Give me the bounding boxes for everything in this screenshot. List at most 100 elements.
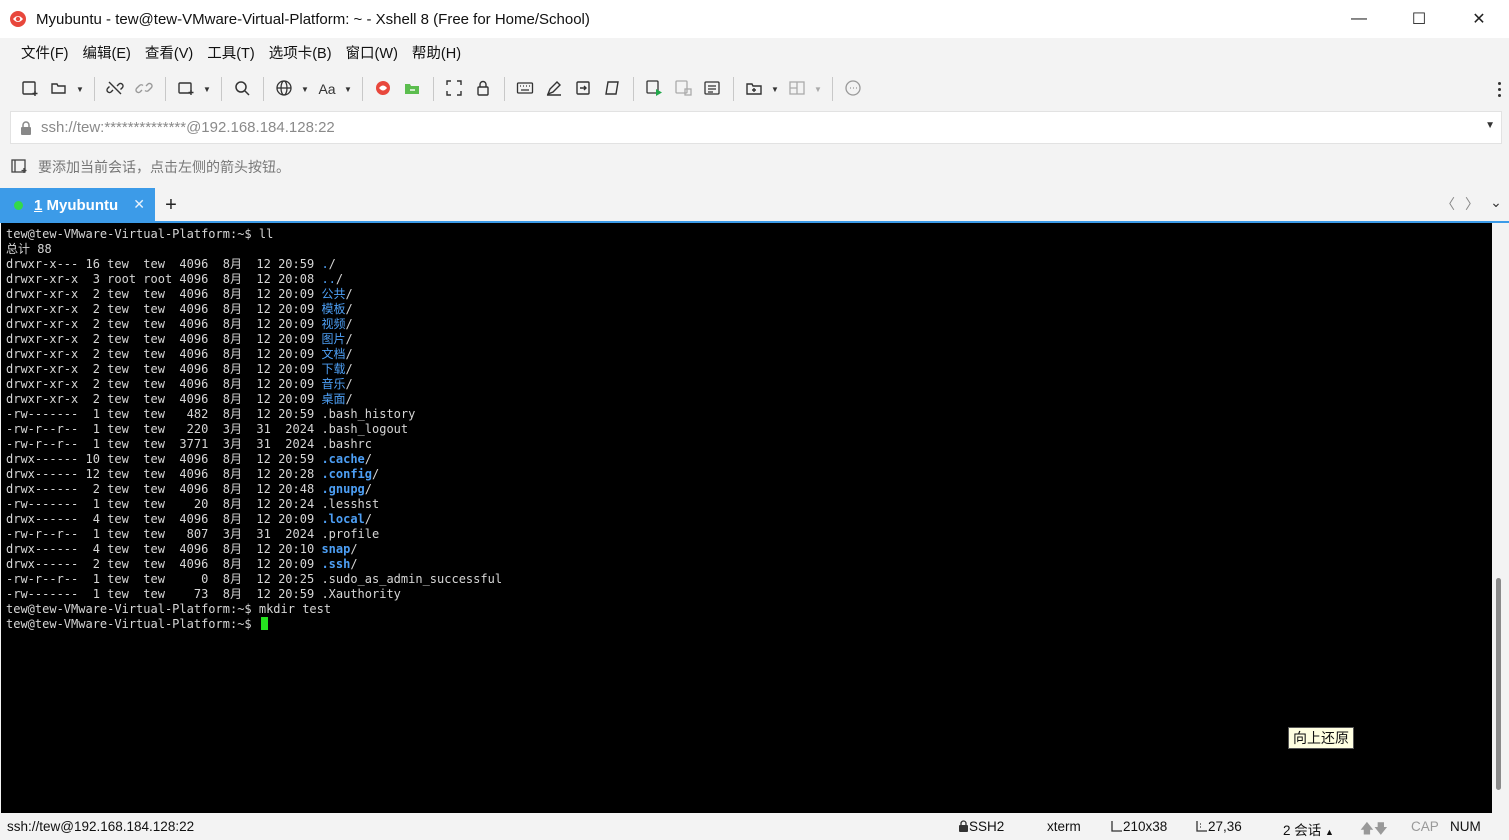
status-num: NUM: [1450, 819, 1481, 834]
disconnect-button[interactable]: [101, 75, 129, 103]
tab-myubuntu[interactable]: 1 Myubuntu ✕: [0, 188, 155, 222]
terminal-line: -rw-r--r-- 1 tew tew 220 3月 31 2024 .bas…: [6, 422, 409, 436]
xshell-icon: [8, 9, 28, 29]
find-button[interactable]: [228, 75, 256, 103]
keyboard-button[interactable]: [511, 75, 539, 103]
scroll-arrows[interactable]: 🡅🡇: [1360, 819, 1388, 840]
font-button[interactable]: Aa: [313, 75, 341, 103]
address-bar[interactable]: ssh://tew:**************@192.168.184.128…: [10, 111, 1502, 144]
toolbar: ▼ ▼ ▼ Aa ▼ ▼ ▼: [0, 72, 1509, 106]
chevron-down-icon[interactable]: ⌄: [1489, 194, 1503, 214]
xshell-logo-icon: [374, 79, 392, 100]
scroll-thumb[interactable]: [1496, 578, 1501, 790]
menu-window[interactable]: 窗口(W): [339, 40, 405, 68]
add-tab-button[interactable]: [740, 75, 768, 103]
restore-button[interactable]: ☐: [1389, 0, 1449, 38]
link-icon: [135, 79, 153, 100]
chevron-down-icon[interactable]: ▼: [1485, 120, 1495, 131]
font-dropdown[interactable]: ▼: [342, 75, 354, 103]
directory-name: 文档: [321, 347, 346, 361]
menu-file[interactable]: 文件(F): [14, 40, 76, 68]
add-tab-icon[interactable]: +: [160, 192, 182, 218]
directory-name: .: [321, 257, 329, 271]
terminal-line: drwxr-x--- 16 tew tew 4096 8月 12 20:59 .…: [6, 257, 336, 271]
toolbar-divider: [504, 77, 505, 101]
search-icon: [233, 79, 251, 100]
minimize-button[interactable]: —: [1329, 0, 1389, 38]
more-options-icon[interactable]: [1495, 76, 1503, 102]
terminal-line: -rw------- 1 tew tew 20 8月 12 20:24 .les…: [6, 497, 380, 511]
terminal-line: -rw-r--r-- 1 tew tew 807 3月 31 2024 .pro…: [6, 527, 380, 541]
terminal-line: drwx------ 12 tew tew 4096 8月 12 20:28 .…: [6, 467, 380, 481]
transfer-button[interactable]: [398, 75, 426, 103]
close-icon: ✕: [1472, 11, 1486, 28]
stop-script-button[interactable]: [669, 75, 697, 103]
compose-button[interactable]: [540, 75, 568, 103]
terminal[interactable]: tew@tew-VMware-Virtual-Platform:~$ ll 总计 …: [1, 223, 1492, 813]
new-session-icon: [21, 79, 39, 100]
menu-edit[interactable]: 编辑(E): [76, 40, 138, 68]
layout-icon: [788, 79, 806, 100]
chevron-left-icon[interactable]: 〈: [1441, 194, 1455, 214]
new-session-button[interactable]: [16, 75, 44, 103]
xftp-button[interactable]: [369, 75, 397, 103]
chat-button[interactable]: [839, 75, 867, 103]
chevron-up-icon: ▲: [1325, 827, 1334, 837]
layout-dropdown[interactable]: ▼: [812, 75, 824, 103]
file-name: .bashrc: [321, 437, 373, 451]
toolbar-divider: [362, 77, 363, 101]
address-input[interactable]: ssh://tew:**************@192.168.184.128…: [41, 119, 335, 136]
terminal-line: tew@tew-VMware-Virtual-Platform:~$: [6, 617, 502, 632]
terminal-line: drwxr-xr-x 2 tew tew 4096 8月 12 20:09 下载…: [6, 362, 353, 376]
lock-icon: [11, 120, 41, 135]
terminal-line: drwxr-xr-x 2 tew tew 4096 8月 12 20:09 文档…: [6, 347, 353, 361]
resize-icon: [1111, 821, 1122, 832]
terminal-line: drwx------ 2 tew tew 4096 8月 12 20:09 .s…: [6, 557, 358, 571]
open-session-dropdown[interactable]: ▼: [74, 75, 86, 103]
fullscreen-button[interactable]: [440, 75, 468, 103]
terminal-cursor: [260, 617, 268, 630]
folder-open-icon: [50, 79, 68, 100]
chevron-right-icon[interactable]: 〉: [1465, 194, 1479, 214]
script-icon: [603, 79, 621, 100]
encoding-dropdown[interactable]: ▼: [299, 75, 311, 103]
window-icon: [177, 79, 195, 100]
record-script-button[interactable]: [640, 75, 668, 103]
toolbar-divider: [263, 77, 264, 101]
close-button[interactable]: ✕: [1449, 0, 1509, 38]
close-icon[interactable]: ✕: [133, 196, 145, 213]
terminal-line: drwxr-xr-x 2 tew tew 4096 8月 12 20:09 模板…: [6, 302, 353, 316]
menu-view[interactable]: 查看(V): [138, 40, 200, 68]
new-window-button[interactable]: [172, 75, 200, 103]
directory-name: .local: [321, 512, 365, 526]
terminal-line: drwx------ 10 tew tew 4096 8月 12 20:59 .…: [6, 452, 373, 466]
status-protocol: SSH2: [958, 819, 1004, 834]
terminal-line: tew@tew-VMware-Virtual-Platform:~$ ll: [6, 227, 274, 241]
send-button[interactable]: [569, 75, 597, 103]
status-bar: ssh://tew@192.168.184.128:22 SSH2 xterm …: [0, 813, 1509, 840]
add-tab-dropdown[interactable]: ▼: [769, 75, 781, 103]
new-window-dropdown[interactable]: ▼: [201, 75, 213, 103]
tab-label: 1 Myubuntu: [34, 196, 119, 214]
lock-button[interactable]: [469, 75, 497, 103]
add-session-arrow-icon[interactable]: [10, 157, 30, 178]
open-session-button[interactable]: [45, 75, 73, 103]
menu-tools[interactable]: 工具(T): [200, 40, 262, 68]
log-button[interactable]: [698, 75, 726, 103]
file-name: .bash_history: [321, 407, 416, 421]
terminal-scrollbar[interactable]: [1492, 223, 1509, 813]
maximize-icon: ☐: [1411, 11, 1427, 28]
window-title: Myubuntu - tew@tew-VMware-Virtual-Platfo…: [36, 10, 590, 28]
layout-button[interactable]: [783, 75, 811, 103]
terminal-line: 总计 88: [6, 242, 52, 256]
file-name: .sudo_as_admin_successful: [321, 572, 503, 586]
encoding-button[interactable]: [270, 75, 298, 103]
terminal-line: drwx------ 2 tew tew 4096 8月 12 20:48 .g…: [6, 482, 373, 496]
menu-tabs[interactable]: 选项卡(B): [262, 40, 339, 68]
status-sessions[interactable]: 2 会话 ▲: [1283, 819, 1334, 839]
script-button[interactable]: [598, 75, 626, 103]
connected-status-icon: [14, 200, 23, 210]
menu-help[interactable]: 帮助(H): [405, 40, 468, 68]
reconnect-button[interactable]: [130, 75, 158, 103]
log-icon: [703, 79, 721, 100]
